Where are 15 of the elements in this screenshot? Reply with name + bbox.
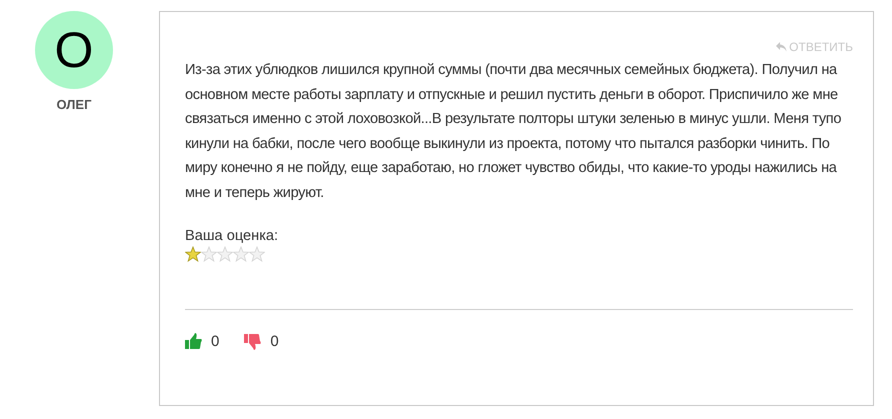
author-name: ОЛЕГ (56, 97, 92, 112)
thumbs-up-icon[interactable] (185, 333, 202, 350)
star-icon (217, 246, 233, 262)
vote-count: 0 (270, 333, 279, 350)
avatar-initial: О (54, 21, 94, 79)
reply-icon (776, 42, 788, 52)
rating-label: Ваша оценка: (185, 228, 280, 244)
comment-text: Из-за этих ублюдков лишился крупной суммы (почти два месячных семейных бюджета). Получил на основном месте работы зарплату и отпускные и решил пустить деньги в оборот. Приспичило же мне связаться именно с этой лоховозкой...В результате полторы штуки зеленью в минус ушли. Меня тупо кинули на бабки, после чего вообще выкинули из проекта, потому что пытался разборки чинить. По миру конечно я не пойду, еще заработаю, но гложет чувство обиды, что какие-то уроды нажились на мне и теперь жируют. (185, 61, 842, 202)
vote-count: 0 (211, 333, 220, 350)
star-rating[interactable] (185, 246, 265, 262)
star-icon (249, 246, 265, 262)
star-icon (201, 246, 217, 262)
star-icon (185, 246, 201, 262)
star-icon (233, 246, 249, 262)
thumbs-down-icon[interactable] (244, 333, 262, 350)
